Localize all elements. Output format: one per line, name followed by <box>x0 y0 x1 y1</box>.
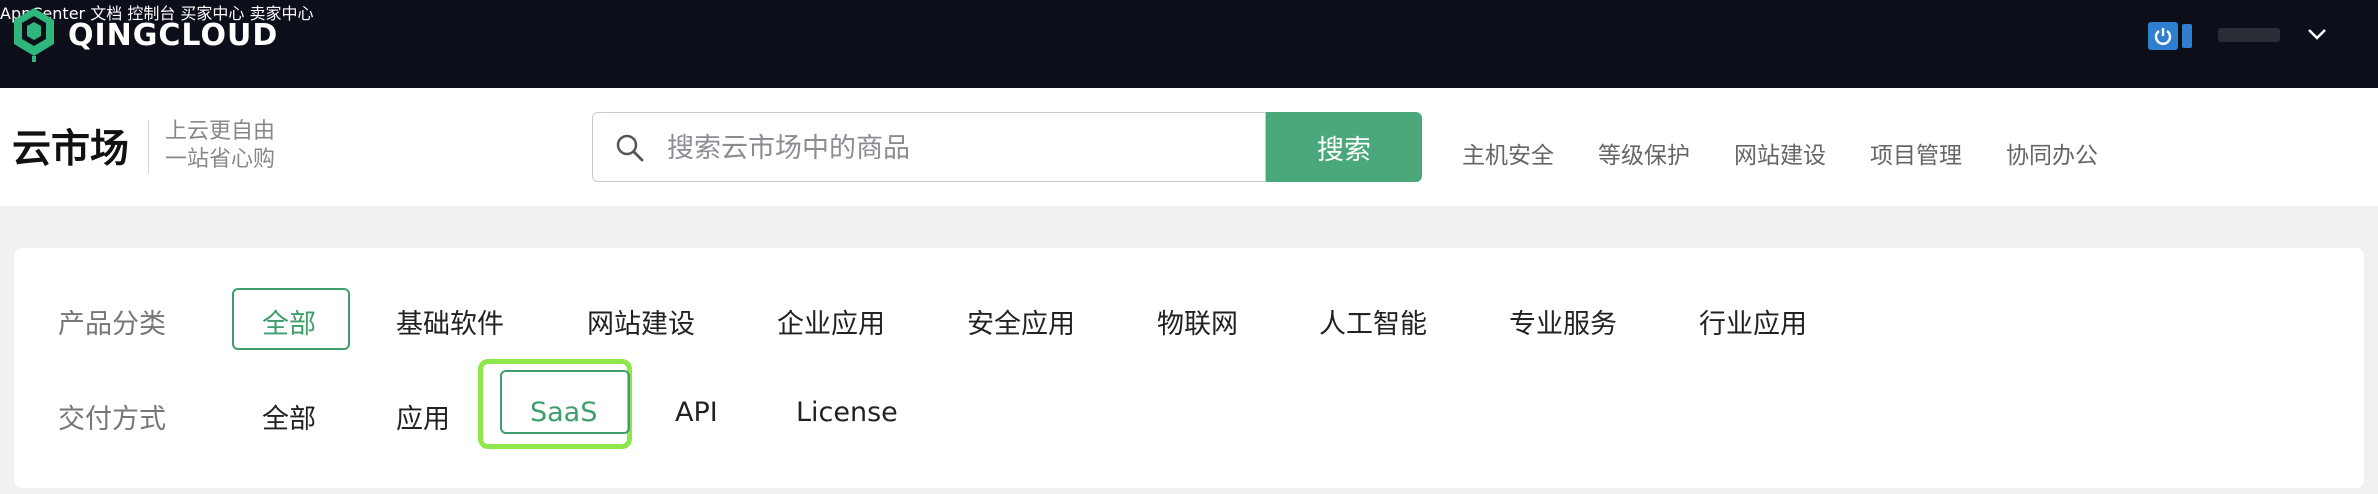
slogan-line-1: 上云更自由 <box>165 119 276 144</box>
category-website-building[interactable]: 网站建设 <box>587 302 695 341</box>
qingcloud-logo-icon <box>14 8 54 62</box>
brand-name: QINGCLOUD <box>68 17 279 53</box>
power-icon[interactable] <box>2148 22 2178 50</box>
market-header: 云市场 上云更自由 一站省心购 搜索 主机安全 等级保护 网站建设 项目管理 协… <box>0 88 2378 206</box>
search-icon <box>616 134 644 162</box>
delivery-all[interactable]: 全部 <box>262 397 316 436</box>
qingcloud-logo[interactable]: QINGCLOUD <box>10 6 278 64</box>
delivery-api[interactable]: API <box>675 397 718 428</box>
hot-link-collaboration[interactable]: 协同办公 <box>2006 136 2098 170</box>
header-divider <box>148 120 149 174</box>
category-label: 产品分类 <box>58 309 166 340</box>
category-ai[interactable]: 人工智能 <box>1319 302 1427 341</box>
delivery-app[interactable]: 应用 <box>396 397 450 436</box>
hot-link-website-building[interactable]: 网站建设 <box>1734 136 1826 170</box>
category-industry-apps[interactable]: 行业应用 <box>1699 302 1807 341</box>
slogan: 上云更自由 一站省心购 <box>165 118 275 174</box>
top-navbar: QINGCLOUD AppCenter 文档 控制台 买家中心 卖家中心 <box>0 0 2378 88</box>
slogan-line-2: 一站省心购 <box>165 147 276 172</box>
hot-link-host-security[interactable]: 主机安全 <box>1462 136 1554 170</box>
delivery-label: 交付方式 <box>58 404 166 435</box>
delivery-license[interactable]: License <box>796 397 898 428</box>
category-professional-services[interactable]: 专业服务 <box>1509 302 1617 341</box>
market-title[interactable]: 云市场 <box>12 118 129 174</box>
delivery-saas[interactable]: SaaS <box>530 397 597 428</box>
category-enterprise-apps[interactable]: 企业应用 <box>777 302 885 341</box>
filter-panel: 产品分类 全部 基础软件 网站建设 企业应用 安全应用 物联网 人工智能 专业服… <box>14 248 2364 488</box>
category-basic-software[interactable]: 基础软件 <box>396 302 504 341</box>
search-input[interactable] <box>665 123 1249 173</box>
account-badge <box>2182 24 2192 48</box>
hot-link-classified-protection[interactable]: 等级保护 <box>1598 136 1690 170</box>
category-security-apps[interactable]: 安全应用 <box>967 302 1075 341</box>
chevron-down-icon[interactable] <box>2305 24 2329 44</box>
search-box <box>592 112 1266 182</box>
user-name-redacted[interactable] <box>2218 28 2280 42</box>
search-button[interactable]: 搜索 <box>1266 112 1422 182</box>
category-all[interactable]: 全部 <box>262 302 316 341</box>
hot-link-project-management[interactable]: 项目管理 <box>1870 136 1962 170</box>
category-iot[interactable]: 物联网 <box>1157 302 1238 341</box>
